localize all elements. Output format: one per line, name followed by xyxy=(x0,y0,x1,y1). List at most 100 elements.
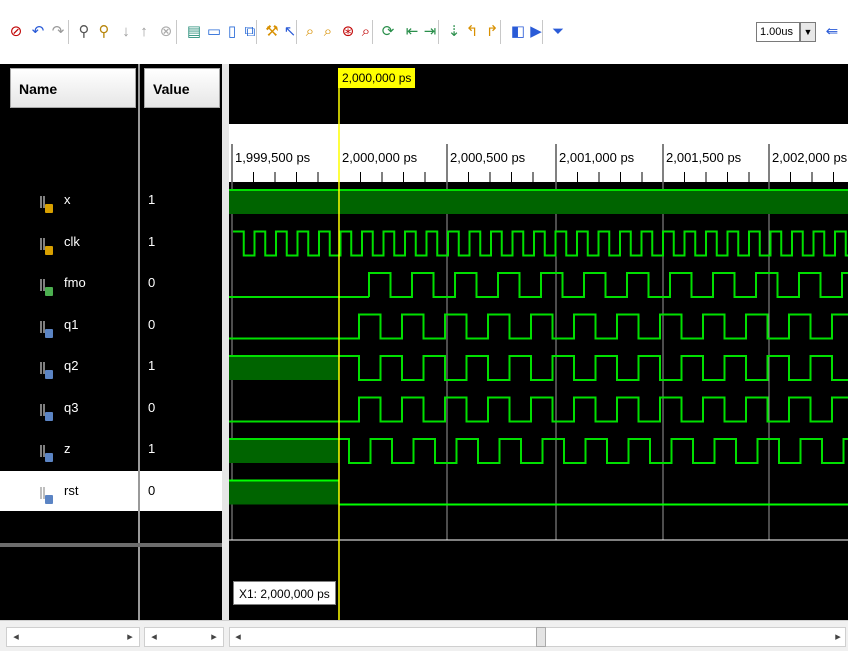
signal-name-label: rst xyxy=(64,482,79,498)
cursor-icon[interactable]: ⚒ xyxy=(262,22,282,42)
run-for-icon[interactable]: ⏷ xyxy=(548,22,568,42)
wave-x-fill xyxy=(229,190,848,214)
chevron-down-icon[interactable]: ▼ xyxy=(800,22,816,42)
add-marker-icon[interactable]: ⇣ xyxy=(444,22,464,42)
redo-icon[interactable]: ↷ xyxy=(48,22,68,42)
signal-value: 1 xyxy=(148,358,156,373)
signal-name-row[interactable]: clk xyxy=(0,222,138,262)
scroll-left-icon[interactable]: ◂ xyxy=(146,627,162,647)
wave-rst-fill xyxy=(229,480,339,505)
toolbar-separator xyxy=(438,20,439,44)
scroll-right-icon[interactable]: ▸ xyxy=(122,627,138,647)
signal-name-row[interactable]: rst xyxy=(0,470,138,511)
zoom-cursor-icon[interactable]: ⌕ xyxy=(356,22,376,42)
tick-label: 2,001,500 ps xyxy=(666,150,742,165)
toolbar-separator xyxy=(68,20,69,44)
scroll-left-icon[interactable]: ◂ xyxy=(8,627,24,647)
signal-name-label: q3 xyxy=(64,399,79,415)
signal-icon xyxy=(38,398,54,421)
restart-icon[interactable]: ◧ xyxy=(508,22,528,42)
signal-name-row[interactable]: x xyxy=(0,180,138,220)
divider-icon[interactable]: ▭ xyxy=(204,22,224,42)
run-time-input[interactable]: 1.00us xyxy=(756,22,800,42)
signal-name-row[interactable]: z xyxy=(0,429,138,469)
signal-value: 1 xyxy=(148,192,156,207)
find-icon[interactable]: ⚲ xyxy=(74,22,94,42)
signal-name-label: q2 xyxy=(64,358,79,373)
output-port-icon xyxy=(38,273,54,296)
signal-name-label: fmo xyxy=(64,275,86,290)
delete-icon[interactable]: ⊗ xyxy=(156,22,176,42)
toolbar-separator xyxy=(176,20,177,44)
find-next-icon[interactable]: ⚲ xyxy=(94,22,114,42)
signal-name-label: z xyxy=(64,441,71,456)
scroll-right-icon[interactable]: ▸ xyxy=(830,627,846,647)
help-pointer-icon[interactable]: ↖ xyxy=(280,22,300,42)
signal-icon xyxy=(38,315,54,338)
signal-value: 0 xyxy=(148,275,156,290)
signal-name-label: q1 xyxy=(64,316,79,332)
wave-q2-fill xyxy=(229,356,339,380)
signal-icon xyxy=(38,356,54,379)
toolbar-separator xyxy=(256,20,257,44)
wave-q3 xyxy=(339,396,848,423)
tick-label: 2,001,000 ps xyxy=(559,150,635,165)
zoom-out-icon[interactable]: ⌕ xyxy=(318,22,338,42)
toolbar-separator xyxy=(372,20,373,44)
waveform-canvas[interactable]: 1,999,500 ps 2,000,000 ps 2,000,500 ps 2,00… xyxy=(229,64,848,620)
scroll-thumb[interactable] xyxy=(536,627,546,647)
run-all-icon[interactable]: ▶ xyxy=(526,22,546,42)
tick-label: 1,999,500 ps xyxy=(235,150,311,165)
scroll-right-icon[interactable]: ▸ xyxy=(206,627,222,647)
group-icon[interactable]: ▤ xyxy=(184,22,204,42)
signal-value: 0 xyxy=(140,470,222,511)
horizontal-divider xyxy=(0,543,222,547)
signal-value: 1 xyxy=(148,441,156,456)
zoom-in-icon[interactable]: ⌕ xyxy=(300,22,320,42)
signal-name-row[interactable]: q2 xyxy=(0,346,138,386)
value-column-header[interactable]: Value xyxy=(144,68,220,108)
move-down-icon[interactable]: ↓ xyxy=(116,22,136,42)
breakpoint-icon[interactable]: ⇚ xyxy=(822,22,842,42)
signal-name-label: clk xyxy=(64,233,80,249)
toolbar-separator xyxy=(296,20,297,44)
wave-q2 xyxy=(339,355,848,381)
name-pane-scrollbar[interactable] xyxy=(6,627,140,647)
signal-icon xyxy=(38,481,54,504)
stop-red-icon[interactable]: ⊘ xyxy=(6,22,26,42)
toolbar: ⊘ ↶ ↷ ⚲ ⚲ ↓ ↑ ⊗ ▤ ▭ ▯ ⧉ ⚒ ↖ ⌕ ⌕ ⊛ ⌕ ⟳ ⇤ ⇥ ⇣ ↰ ↱ ◧ ▶ ⏷ ⇚ 1.00us ▼ xyxy=(0,0,848,64)
waveform-pane[interactable]: 1,999,500 ps 2,000,000 ps 2,000,500 ps 2,00… xyxy=(229,64,848,620)
prev-transition-icon[interactable]: ↰ xyxy=(462,22,482,42)
go-start-icon[interactable]: ⇤ xyxy=(402,22,422,42)
toolbar-separator xyxy=(542,20,543,44)
next-transition-icon[interactable]: ↱ xyxy=(482,22,502,42)
signal-value: 1 xyxy=(148,233,156,249)
zoom-fit-icon[interactable]: ⊛ xyxy=(338,22,358,42)
move-up-icon[interactable]: ↑ xyxy=(134,22,154,42)
go-end-icon[interactable]: ⇥ xyxy=(420,22,440,42)
wave-z-fill xyxy=(229,439,339,463)
wave-fmo xyxy=(368,272,848,298)
virtual-bus-icon[interactable]: ▯ xyxy=(222,22,242,42)
signal-name-row[interactable]: q3 xyxy=(0,388,138,428)
scroll-left-icon[interactable]: ◂ xyxy=(230,627,246,647)
cursor-time-flag[interactable]: 2,000,000 ps xyxy=(338,68,416,88)
tick-label: 2,000,000 ps xyxy=(342,150,418,165)
tick-label: 2,000,500 ps xyxy=(450,150,526,165)
refresh-icon[interactable]: ⟳ xyxy=(378,22,398,42)
toolbar-separator xyxy=(500,20,501,44)
name-column-header[interactable]: Name xyxy=(10,68,136,108)
signal-name-row[interactable]: fmo xyxy=(0,263,138,303)
signal-value: 0 xyxy=(148,316,156,332)
wave-z xyxy=(339,438,848,464)
float-window-icon[interactable]: ⧉ xyxy=(240,22,260,42)
pane-splitter[interactable] xyxy=(222,64,229,620)
input-port-icon xyxy=(38,232,54,255)
tick-label: 2,002,000 ps xyxy=(772,150,848,165)
wave-q1 xyxy=(339,313,848,340)
signal-name-label: x xyxy=(64,192,71,207)
signal-name-row[interactable]: q1 xyxy=(0,305,138,345)
undo-icon[interactable]: ↶ xyxy=(28,22,48,42)
horizontal-scrollbar[interactable]: ◂ ▸ ◂ ▸ ◂ ▸ xyxy=(0,620,848,651)
input-port-icon xyxy=(38,190,54,213)
